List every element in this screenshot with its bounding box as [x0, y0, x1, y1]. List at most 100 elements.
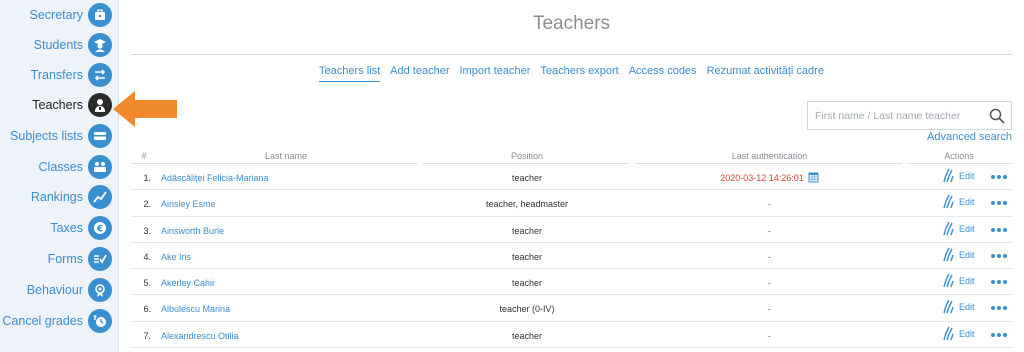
- edit-label: Edit: [959, 197, 975, 208]
- calendar-icon[interactable]: [808, 171, 819, 183]
- last-authentication: -: [768, 330, 771, 341]
- sidebar-item-label: Secretary: [29, 8, 84, 22]
- app-window: Secretary Students Transfers Teachers Su…: [0, 0, 1024, 352]
- sidebar-item-classes[interactable]: Classes: [0, 154, 119, 180]
- row-number: 4.: [143, 251, 151, 262]
- teacher-name-link[interactable]: Akerley Cahir: [161, 278, 215, 288]
- main-content: Teachers Teachers list Add teacher Impor…: [119, 0, 1024, 352]
- sidebar-item-forms[interactable]: Forms: [0, 246, 119, 272]
- sidebar-item-transfers[interactable]: Transfers: [0, 62, 119, 88]
- sidebar-item-teachers[interactable]: Teachers: [0, 92, 119, 118]
- row-number: 6.: [143, 304, 151, 315]
- more-options-button[interactable]: [991, 169, 1007, 185]
- sidebar-item-label: Teachers: [32, 98, 83, 112]
- teacher-name-link[interactable]: Alexandrescu Otilia: [161, 331, 239, 341]
- sidebar-item-students[interactable]: Students: [0, 32, 119, 58]
- sidebar-item-subjects-lists[interactable]: Subjects lists: [0, 123, 119, 149]
- edit-button[interactable]: Edit: [942, 247, 975, 263]
- row-number: 7.: [143, 330, 151, 341]
- cancel-grades-icon: [88, 309, 112, 333]
- euro-icon: €: [88, 216, 112, 240]
- advanced-search-link[interactable]: Advanced search: [927, 131, 1012, 143]
- last-authentication: 2020-03-12 14:26:01: [633, 171, 906, 183]
- teacher-name-link[interactable]: Ainsley Esme: [161, 199, 216, 209]
- teacher-name-link[interactable]: Albulescu Marina: [161, 304, 230, 314]
- more-options-button[interactable]: [991, 222, 1007, 238]
- sidebar-item-rankings[interactable]: Rankings: [0, 184, 119, 210]
- header-last-name: Last name: [264, 151, 308, 161]
- table-row: 4. Ake Iris teacher - Edit: [131, 243, 1012, 270]
- more-options-button[interactable]: [991, 248, 1007, 264]
- edit-button[interactable]: Edit: [942, 168, 975, 184]
- tab-bar: Teachers list Add teacher Import teacher…: [119, 65, 1024, 82]
- edit-label: Edit: [959, 302, 975, 313]
- edit-label: Edit: [959, 223, 975, 234]
- sidebar-item-label: Subjects lists: [10, 129, 83, 143]
- search-box: [807, 101, 1012, 130]
- tab-teachers-export[interactable]: Teachers export: [540, 65, 618, 82]
- teacher-name-link[interactable]: Ake Iris: [161, 252, 191, 262]
- row-number: 3.: [143, 225, 151, 236]
- teacher-position: teacher: [511, 173, 543, 183]
- edit-label: Edit: [959, 276, 975, 287]
- row-number: 5.: [143, 278, 151, 289]
- tab-access-codes[interactable]: Access codes: [629, 65, 697, 82]
- more-options-button[interactable]: [991, 274, 1007, 290]
- teacher-position: teacher: [511, 330, 543, 341]
- header-last-authentication: Last authentication: [731, 151, 808, 161]
- edit-button[interactable]: Edit: [942, 299, 975, 315]
- teacher-position: teacher: [511, 251, 543, 262]
- header-actions: Actions: [944, 151, 974, 161]
- sidebar-item-cancel-grades[interactable]: Cancel grades: [0, 308, 119, 334]
- pencil-icon: [943, 168, 954, 183]
- teacher-icon: [88, 93, 112, 117]
- sidebar-item-label: Taxes: [50, 221, 83, 235]
- secretary-icon: [88, 3, 112, 27]
- pencil-icon: [943, 247, 954, 262]
- sidebar-item-secretary[interactable]: Secretary: [0, 2, 119, 28]
- classes-icon: [88, 155, 112, 179]
- last-authentication: -: [768, 225, 771, 236]
- more-options-button[interactable]: [991, 195, 1007, 211]
- sidebar-item-label: Classes: [38, 160, 83, 174]
- pencil-icon: [943, 194, 954, 209]
- edit-button[interactable]: Edit: [942, 273, 975, 289]
- tab-import-teacher[interactable]: Import teacher: [460, 65, 531, 82]
- behaviour-icon: [88, 278, 112, 302]
- tab-rezumat-activitati[interactable]: Rezumat activități cadre: [707, 65, 824, 82]
- pencil-icon: [943, 300, 954, 314]
- edit-button[interactable]: Edit: [942, 194, 975, 210]
- more-options-button[interactable]: [991, 300, 1007, 316]
- teacher-position: teacher: [511, 278, 543, 289]
- last-authentication: -: [768, 304, 771, 315]
- teacher-position: teacher (0-IV): [499, 304, 555, 315]
- edit-button[interactable]: Edit: [942, 221, 975, 237]
- tab-add-teacher[interactable]: Add teacher: [390, 65, 449, 82]
- search-input[interactable]: [808, 102, 986, 129]
- sidebar-item-taxes[interactable]: Taxes €: [0, 215, 119, 241]
- row-number: 1.: [143, 173, 151, 183]
- pencil-icon: [943, 326, 954, 341]
- last-authentication: -: [768, 251, 771, 262]
- teacher-position: teacher, headmaster: [485, 199, 569, 210]
- tab-teachers-list[interactable]: Teachers list: [319, 65, 381, 82]
- sidebar-item-label: Students: [33, 38, 83, 52]
- table-row: 7. Alexandrescu Otilia teacher - Edit: [131, 322, 1012, 349]
- page-title: Teachers: [532, 13, 611, 34]
- sidebar-item-behaviour[interactable]: Behaviour: [0, 277, 119, 303]
- edit-label: Edit: [959, 328, 975, 339]
- teacher-name-link[interactable]: Adăscăliței Felicia-Mariana: [161, 173, 269, 183]
- sidebar-item-label: Cancel grades: [2, 314, 83, 328]
- sidebar: Secretary Students Transfers Teachers Su…: [0, 0, 119, 352]
- more-options-button[interactable]: [991, 327, 1007, 343]
- search-icon[interactable]: [986, 105, 1008, 127]
- sidebar-item-label: Rankings: [30, 190, 83, 204]
- table-row: 6. Albulescu Marina teacher (0-IV) - Edi…: [131, 295, 1012, 322]
- header-position: Position: [510, 151, 544, 161]
- pencil-icon: [943, 221, 954, 235]
- teacher-name-link[interactable]: Ainsworth Burle: [161, 226, 224, 236]
- edit-button[interactable]: Edit: [942, 326, 975, 342]
- table-row: 1. Adăscăliței Felicia-Mariana teacher 2…: [131, 164, 1012, 191]
- teacher-position: teacher: [511, 225, 543, 236]
- edit-label: Edit: [959, 249, 975, 260]
